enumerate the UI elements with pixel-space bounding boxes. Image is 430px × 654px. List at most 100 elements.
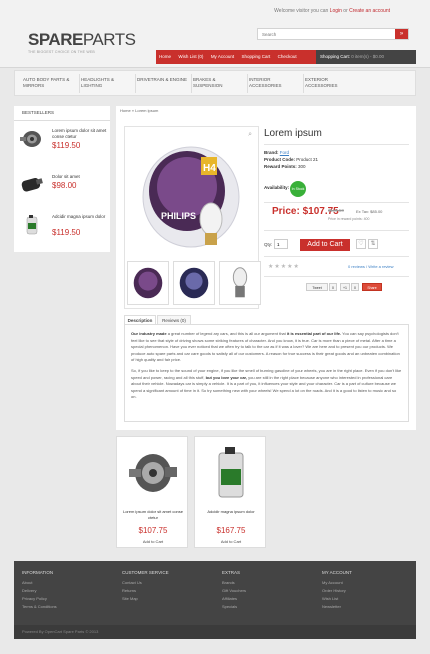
site-footer: Information About Delivery Privacy Polic… [14, 561, 416, 625]
footer-link[interactable]: Affiliates [222, 595, 246, 603]
footer-link[interactable]: Privacy Policy [22, 595, 57, 603]
cart-summary[interactable]: Shopping Cart: 0 item(s) - $0.00 [316, 50, 416, 64]
zoom-icon[interactable]: ⌕ [248, 131, 252, 139]
site-slogan: The biggest choice on the web [28, 50, 95, 54]
footer-link[interactable]: Terms & Conditions [22, 603, 57, 611]
copyright: Powered By OpenCart Spare Parts © 2013 [14, 625, 416, 639]
footer-link[interactable]: Site Map [122, 595, 169, 603]
footer-link[interactable]: Newsletter [322, 603, 352, 611]
menu-item-body-parts[interactable]: Auto body parts & mirrors [23, 77, 75, 89]
quantity-input[interactable] [274, 239, 288, 249]
in-stock-badge: In Stock [290, 181, 306, 197]
menu-item-interior[interactable]: Interior accessories [249, 77, 301, 89]
footer-link[interactable]: Contact Us [122, 579, 169, 587]
footer-link[interactable]: Wish List [322, 595, 352, 603]
reward-label: Reward Points: [264, 164, 297, 169]
thumbnail-image [133, 267, 163, 299]
plus-one-button[interactable]: +1 [340, 283, 350, 291]
product-thumbnail[interactable] [219, 261, 261, 305]
bestseller-price: $119.50 [52, 228, 81, 237]
info-divider [264, 202, 409, 203]
heart-icon[interactable]: ♡ [356, 239, 366, 249]
bestseller-name[interactable]: Adcidir magna ipsum dolor [52, 214, 108, 220]
footer-link[interactable]: Gift Vouchers [222, 587, 246, 595]
footer-link[interactable]: My Account [322, 579, 352, 587]
menu-divider [247, 74, 248, 93]
oil-bottle-image[interactable] [205, 445, 257, 501]
add-to-cart-button[interactable]: Add to Cart [213, 538, 249, 546]
footer-link[interactable]: Returns [122, 587, 169, 595]
logo-light: PARTS [82, 30, 136, 49]
footer-link[interactable]: Brands [222, 579, 246, 587]
breadcrumb-home[interactable]: Home [120, 108, 131, 113]
product-thumbnail[interactable] [127, 261, 169, 305]
bestseller-name[interactable]: Lorem ipsum dolor sit amet conse ctetur [52, 128, 108, 140]
bestseller-item[interactable]: Dolor sit amet $98.00 [14, 170, 110, 210]
wheel-hub-image[interactable] [18, 128, 46, 150]
menu-item-drivetrain[interactable]: Drivetrain & engine [137, 77, 189, 83]
footer-heading: My Account [322, 570, 352, 575]
nav-home[interactable]: Home [156, 50, 174, 64]
price-label: Price: [272, 206, 300, 217]
nav-checkout[interactable]: Checkout [275, 50, 300, 64]
svg-text:H4: H4 [203, 163, 216, 174]
nav-wishlist[interactable]: Wish List (0) [175, 50, 206, 64]
page: Welcome visitor you can Login or Create … [0, 0, 430, 654]
bestseller-item[interactable]: Lorem ipsum dolor sit amet conse ctetur … [14, 124, 110, 164]
ex-tax-price: Ex Tax: $85.00 [356, 209, 383, 214]
related-product-price: $107.75 [138, 526, 168, 535]
brand-link[interactable]: Ford [280, 150, 289, 155]
code-value: Product 21 [296, 157, 319, 162]
main-product-image[interactable]: H4 PHILIPS [139, 139, 244, 257]
brake-part-image[interactable] [18, 174, 46, 196]
sidebar-divider [14, 120, 110, 121]
menu-item-exterior[interactable]: Exterior accessories [305, 77, 357, 89]
share-button[interactable]: Share [362, 283, 382, 291]
login-link[interactable]: Login [330, 8, 342, 14]
add-to-cart-button[interactable]: Add to Cart [135, 538, 171, 546]
compare-icon[interactable]: ⇅ [368, 239, 378, 249]
footer-link[interactable]: Delivery [22, 587, 57, 595]
related-product-card[interactable]: Adcidir magna ipsum dolor $167.75 Add to… [194, 436, 266, 548]
old-price: $119.50 [328, 208, 344, 213]
tweet-button[interactable]: Tweet [306, 283, 328, 291]
oil-bottle-image[interactable] [18, 214, 46, 236]
reward-value: 300 [298, 164, 306, 169]
wheel-hub-image[interactable] [127, 445, 179, 501]
create-account-link[interactable]: Create an account [349, 8, 390, 14]
welcome-bar: Welcome visitor you can Login or Create … [274, 8, 390, 14]
menu-item-headlights[interactable]: Headlights & lighting [81, 77, 133, 89]
code-label: Product Code: [264, 157, 295, 162]
bestseller-name[interactable]: Dolor sit amet [52, 174, 108, 180]
search-input[interactable] [258, 29, 394, 39]
footer-link[interactable]: Order History [322, 587, 352, 595]
site-logo[interactable]: SPAREPARTS [28, 30, 136, 50]
related-product-price: $167.75 [216, 526, 246, 535]
related-product-name[interactable]: Lorem ipsum dolor sit amet conse ctetur [121, 509, 185, 521]
nav-my-account[interactable]: My Account [208, 50, 237, 64]
related-product-card[interactable]: Lorem ipsum dolor sit amet conse ctetur … [116, 436, 188, 548]
sidebar-title: Bestsellers [22, 110, 55, 115]
menu-divider [191, 74, 192, 93]
site-header: Welcome visitor you can Login or Create … [0, 0, 430, 68]
qty-label: Qty: [264, 242, 273, 247]
breadcrumb-current[interactable]: Lorem ipsum [135, 108, 158, 113]
product-thumbnail[interactable] [173, 261, 215, 305]
code-row: Product Code: Product 21 [264, 157, 318, 162]
write-review-link[interactable]: Write a review [368, 264, 393, 269]
reviews-link[interactable]: 0 reviews [348, 264, 365, 269]
menu-item-brakes[interactable]: Brakes & suspension [193, 77, 245, 89]
svg-text:PHILIPS: PHILIPS [161, 211, 196, 221]
footer-link[interactable]: Specials [222, 603, 246, 611]
brand-row: Brand: Ford [264, 150, 289, 155]
bestseller-item[interactable]: Adcidir magna ipsum dolor $119.50 [14, 210, 110, 250]
or-text: or [343, 8, 348, 14]
footer-heading: Information [22, 570, 54, 575]
related-product-name[interactable]: Adcidir magna ipsum dolor [199, 509, 263, 515]
nav-shopping-cart[interactable]: Shopping Cart [238, 50, 273, 64]
add-to-cart-button[interactable]: Add to Cart [300, 239, 350, 251]
product-title: Lorem ipsum [264, 128, 322, 139]
search-button[interactable]: » [395, 29, 408, 39]
cart-value: 0 item(s) - $0.00 [351, 54, 385, 59]
footer-link[interactable]: About [22, 579, 57, 587]
